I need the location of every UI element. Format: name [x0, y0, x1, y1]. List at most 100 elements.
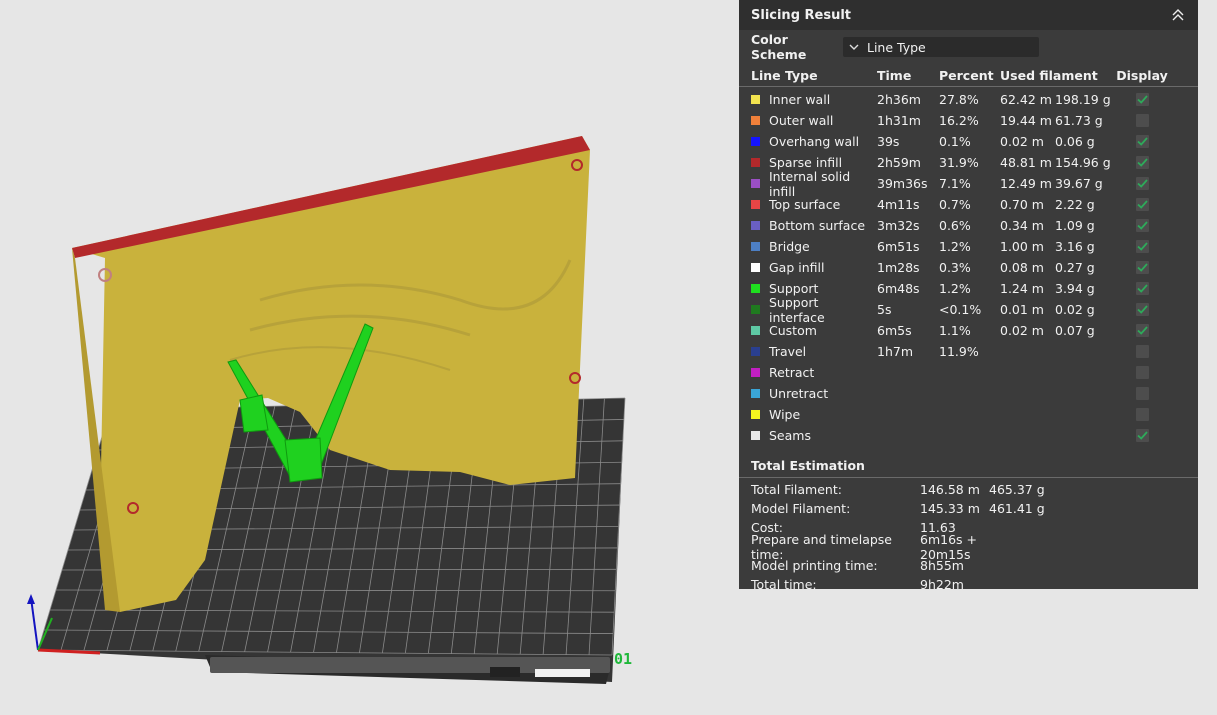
- display-checkbox[interactable]: [1135, 429, 1149, 442]
- totals-list: Total Filament: 146.58 m 465.37 g Model F…: [739, 478, 1198, 594]
- color-swatch: [751, 368, 760, 377]
- percent-cell: 16.2%: [939, 113, 979, 128]
- time-cell: 5s: [877, 302, 892, 317]
- color-swatch: [751, 179, 760, 188]
- total-row: Model Filament: 145.33 m 461.41 g: [739, 499, 1198, 518]
- display-checkbox[interactable]: [1135, 261, 1149, 274]
- line-type-cell: Bottom surface: [751, 218, 877, 233]
- display-checkbox[interactable]: [1135, 303, 1149, 316]
- line-type-name: Bottom surface: [769, 218, 866, 233]
- time-cell: 2h36m: [877, 92, 921, 107]
- line-type-cell: Inner wall: [751, 92, 877, 107]
- display-checkbox[interactable]: [1135, 408, 1149, 421]
- display-checkbox[interactable]: [1135, 156, 1149, 169]
- length-cell: 0.01 m: [1000, 302, 1044, 317]
- time-cell: 39s: [877, 134, 900, 149]
- table-row: Bridge 6m51s 1.2% 1.00 m 3.16 g: [739, 236, 1198, 257]
- percent-cell: 0.7%: [939, 197, 971, 212]
- table-row: Bottom surface 3m32s 0.6% 0.34 m 1.09 g: [739, 215, 1198, 236]
- display-cell: [1122, 135, 1162, 148]
- total-row: Model printing time: 8h55m: [739, 556, 1198, 575]
- display-cell: [1122, 261, 1162, 274]
- table-row: Travel 1h7m 11.9%: [739, 341, 1198, 362]
- total-value-2: 465.37 g: [989, 482, 1045, 497]
- percent-cell: 0.1%: [939, 134, 971, 149]
- length-cell: 0.08 m: [1000, 260, 1044, 275]
- collapse-icon[interactable]: [1170, 7, 1186, 23]
- line-type-name: Custom: [769, 323, 817, 338]
- total-label: Model Filament:: [751, 501, 851, 516]
- color-swatch: [751, 221, 760, 230]
- line-type-name: Travel: [769, 344, 807, 359]
- display-checkbox[interactable]: [1135, 345, 1149, 358]
- time-cell: 1h31m: [877, 113, 921, 128]
- color-scheme-value: Line Type: [867, 39, 926, 55]
- line-type-name: Top surface: [769, 197, 841, 212]
- display-checkbox[interactable]: [1135, 366, 1149, 379]
- color-swatch: [751, 95, 760, 104]
- total-value: 145.33 m: [920, 501, 980, 516]
- display-cell: [1122, 156, 1162, 169]
- slicing-result-panel: Slicing Result Color Scheme Line Type Li…: [739, 0, 1198, 592]
- weight-cell: 198.19 g: [1055, 92, 1111, 107]
- display-checkbox[interactable]: [1135, 198, 1149, 211]
- display-checkbox[interactable]: [1135, 282, 1149, 295]
- color-swatch: [751, 263, 760, 272]
- weight-cell: 3.94 g: [1055, 281, 1095, 296]
- time-cell: 2h59m: [877, 155, 921, 170]
- color-scheme-label: Color Scheme: [751, 32, 807, 62]
- total-label: Total time:: [751, 577, 817, 592]
- color-swatch: [751, 158, 760, 167]
- chevron-down-icon: [849, 44, 859, 50]
- display-checkbox[interactable]: [1135, 387, 1149, 400]
- display-cell: [1122, 177, 1162, 190]
- percent-cell: 0.3%: [939, 260, 971, 275]
- line-type-cell: Custom: [751, 323, 877, 338]
- line-type-cell: Overhang wall: [751, 134, 877, 149]
- display-checkbox[interactable]: [1135, 177, 1149, 190]
- display-cell: [1122, 387, 1162, 400]
- header-percent: Percent: [939, 67, 994, 83]
- line-type-cell: Wipe: [751, 407, 877, 422]
- table-row: Wipe: [739, 404, 1198, 425]
- color-scheme-select[interactable]: Line Type: [843, 37, 1039, 57]
- panel-header: Slicing Result: [739, 0, 1198, 30]
- display-cell: [1122, 303, 1162, 316]
- table-row: Custom 6m5s 1.1% 0.02 m 0.07 g: [739, 320, 1198, 341]
- weight-cell: 0.02 g: [1055, 302, 1095, 317]
- table-row: Support interface 5s <0.1% 0.01 m 0.02 g: [739, 295, 1198, 325]
- display-cell: [1122, 408, 1162, 421]
- line-type-cell: Seams: [751, 428, 877, 443]
- display-checkbox[interactable]: [1135, 240, 1149, 253]
- table-header: Line Type Time Percent Used filament Dis…: [739, 64, 1198, 87]
- display-checkbox[interactable]: [1135, 114, 1149, 127]
- display-checkbox[interactable]: [1135, 135, 1149, 148]
- color-scheme-row: Color Scheme Line Type: [739, 30, 1198, 62]
- header-used-filament: Used filament: [1000, 67, 1098, 83]
- time-cell: 4m11s: [877, 197, 920, 212]
- line-type-cell: Top surface: [751, 197, 877, 212]
- percent-cell: 1.1%: [939, 323, 971, 338]
- color-swatch: [751, 410, 760, 419]
- display-cell: [1122, 429, 1162, 442]
- display-checkbox[interactable]: [1135, 324, 1149, 337]
- display-checkbox[interactable]: [1135, 93, 1149, 106]
- display-checkbox[interactable]: [1135, 219, 1149, 232]
- display-cell: [1122, 219, 1162, 232]
- length-cell: 0.02 m: [1000, 323, 1044, 338]
- length-cell: 1.24 m: [1000, 281, 1044, 296]
- display-cell: [1122, 198, 1162, 211]
- plate-number: 01: [614, 650, 632, 668]
- weight-cell: 0.06 g: [1055, 134, 1095, 149]
- color-swatch: [751, 200, 760, 209]
- time-cell: 6m51s: [877, 239, 920, 254]
- table-row: Seams: [739, 425, 1198, 446]
- weight-cell: 61.73 g: [1055, 113, 1103, 128]
- total-row: Total Filament: 146.58 m 465.37 g: [739, 480, 1198, 499]
- time-cell: 1m28s: [877, 260, 920, 275]
- total-value: 146.58 m: [920, 482, 980, 497]
- 3d-viewport[interactable]: 01: [0, 0, 730, 715]
- line-type-name: Bridge: [769, 239, 810, 254]
- panel-title: Slicing Result: [751, 7, 852, 23]
- line-type-cell: Outer wall: [751, 113, 877, 128]
